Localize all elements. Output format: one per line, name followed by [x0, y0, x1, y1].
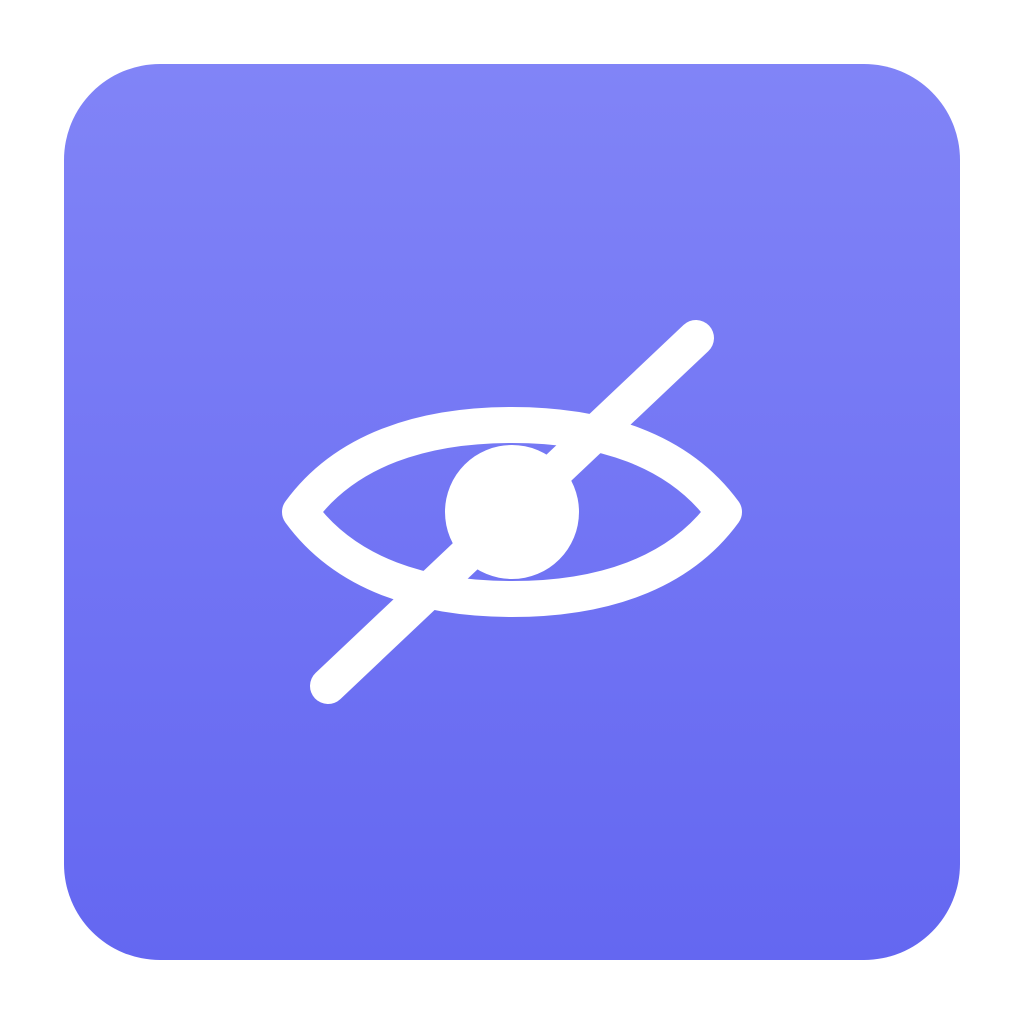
- eye-off-icon: [282, 320, 742, 704]
- app-icon[interactable]: [64, 64, 960, 960]
- canvas: [0, 0, 1024, 1024]
- eye-pupil: [445, 445, 579, 579]
